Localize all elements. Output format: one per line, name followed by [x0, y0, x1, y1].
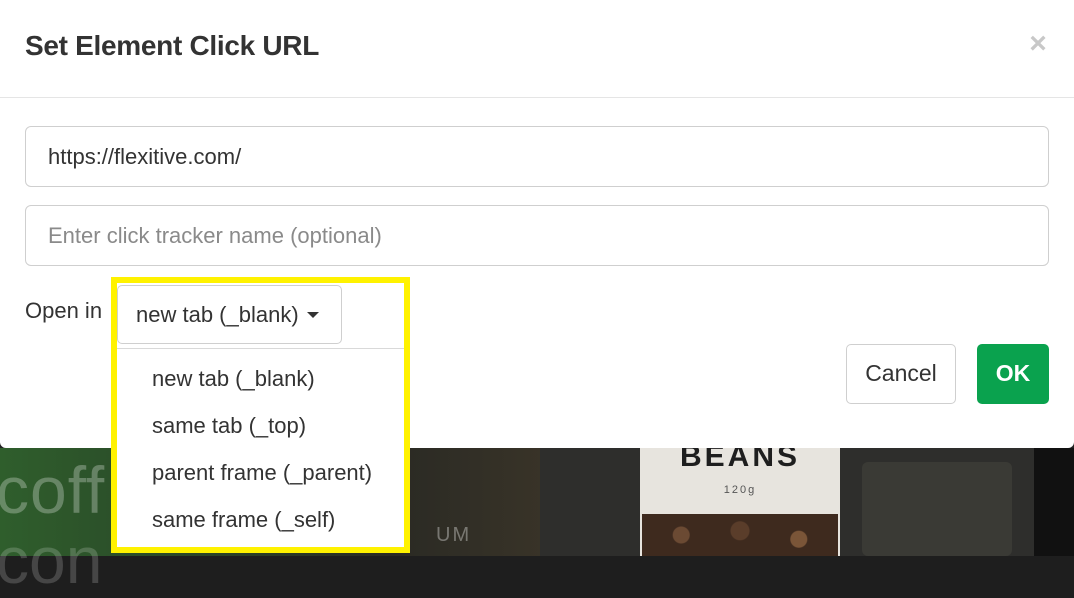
background-text-um: UM [436, 524, 472, 546]
modal-header: Set Element Click URL × [0, 0, 1074, 98]
background-edge [1034, 448, 1074, 556]
highlight-box [111, 277, 410, 553]
cancel-button[interactable]: Cancel [846, 344, 956, 404]
ok-button[interactable]: OK [977, 344, 1049, 404]
coffee-bag-image: BEANS 120g [640, 440, 840, 556]
open-in-label: Open in [25, 298, 103, 323]
background-text-secondary: con [0, 523, 103, 597]
close-icon[interactable]: × [1020, 26, 1056, 62]
background-text: coff [0, 453, 106, 527]
background-leaf-image [862, 462, 1012, 556]
click-tracker-name-input[interactable] [25, 205, 1049, 266]
url-input[interactable] [25, 126, 1049, 187]
coffee-bag-weight: 120g [723, 484, 757, 496]
modal-title: Set Element Click URL [25, 30, 320, 61]
coffee-beans-image [642, 514, 838, 556]
